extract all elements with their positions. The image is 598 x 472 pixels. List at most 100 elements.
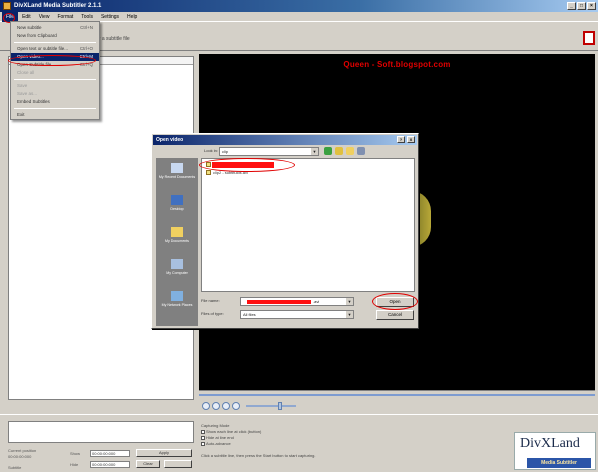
files-of-type-value: All files [243,312,256,317]
cancel-button[interactable]: Cancel [376,310,414,320]
current-position-label: Current position [8,448,37,453]
secondary-button[interactable] [164,460,192,468]
seek-bar[interactable] [199,390,595,400]
file-name-extension: .avi [313,299,320,304]
desktop-icon [171,195,183,205]
logo-main-text: DivXLand [520,436,580,451]
up-folder-icon[interactable] [335,147,343,155]
places-bar: My Recent Documents Desktop My Documents… [156,158,198,326]
menu-item-save-as: Save as... [17,91,38,96]
annotation-circle-open-button [372,293,418,310]
menu-format[interactable]: Format [53,12,77,22]
maximize-icon[interactable]: □ [577,2,586,10]
network-places-icon [171,291,183,301]
files-of-type-label: Files of type: [201,311,224,316]
option-3[interactable]: Auto-advance [201,441,231,446]
video-file-icon [206,170,211,176]
place-network-places[interactable]: My Network Places [156,288,198,318]
recent-documents-icon [171,163,183,173]
minimize-icon[interactable]: _ [567,2,576,10]
menu-item-new-subtitle[interactable]: New subtitle Ctrl+N [11,24,99,32]
place-my-documents[interactable]: My Documents [156,224,198,254]
menu-item-save: Save [17,83,28,88]
redaction-mark [247,300,311,304]
chevron-down-icon: ▼ [346,311,353,318]
dialog-help-icon[interactable]: ? [397,136,405,143]
menu-view[interactable]: View [35,12,54,22]
capture-hint: Click a subtitle line, then press the St… [201,453,316,458]
menu-help[interactable]: Help [123,12,141,22]
rewind-icon[interactable] [232,402,240,410]
clear-button[interactable]: Clear [136,460,160,468]
my-computer-icon [171,259,183,269]
option-1[interactable]: Show each line at click (button) [201,429,261,434]
files-of-type-dropdown[interactable]: All files ▼ [240,310,354,319]
dialog-close-icon[interactable]: X [407,136,415,143]
new-folder-icon[interactable] [346,147,354,155]
close-icon[interactable]: × [587,2,596,10]
menu-item-embed-subtitles[interactable]: Embed Subtitles [11,98,99,106]
window-title: DivXLand Media Subtitler 2.1.1 [14,3,102,9]
radio-icon [201,435,205,440]
window-title-bar: DivXLand Media Subtitler 2.1.1 _ □ × [0,0,598,12]
menu-settings[interactable]: Settings [97,12,123,22]
stop-icon[interactable] [222,402,230,410]
annotation-circle-file [199,158,295,172]
file-menu-dropdown: New subtitle Ctrl+N New from Clipboard Op… [10,21,100,120]
playback-controls [199,400,595,412]
subtitle-label: Subtitle [8,465,22,470]
place-desktop[interactable]: Desktop [156,192,198,222]
hide-label: Hide [70,462,79,467]
look-in-label: Look in: [204,148,219,153]
menu-separator [14,42,96,43]
dialog-nav-icons [324,147,365,155]
toolbar-hint: or a subtitle file [96,36,130,42]
watermark-text: Queen - Soft.blogspot.com [343,60,451,69]
look-in-dropdown[interactable]: clip ▼ [219,147,319,156]
current-position-value: 00:00:00:000 [8,454,32,459]
place-recent-documents[interactable]: My Recent Documents [156,160,198,190]
volume-slider-knob[interactable] [278,402,282,410]
menu-item-exit[interactable]: Exit [11,111,99,119]
app-icon [3,2,11,10]
file-list[interactable]: Video 1.avi clip2 - subtitulos.avi [199,158,415,292]
look-in-value: clip [222,149,229,154]
file-name-label: File name: [201,298,220,303]
volume-slider[interactable] [246,402,296,410]
radio-icon [201,429,205,434]
menu-tools[interactable]: Tools [77,12,97,22]
logo-sub-text: Media Subtitler [527,458,591,468]
view-menu-icon[interactable] [357,147,365,155]
menu-item-new-from-clipboard[interactable]: New from Clipboard [11,32,99,40]
toolbar-record-icon[interactable] [583,31,595,45]
menu-item-close-all: Close all [17,70,35,75]
back-icon[interactable] [324,147,332,155]
my-documents-icon [171,227,183,237]
chevron-down-icon: ▼ [346,298,353,305]
divxland-logo: DivXLand Media Subtitler [514,432,596,470]
menu-separator [14,108,96,109]
subtitle-text-editor[interactable] [8,421,194,443]
options-header: Capturing Mode [201,423,230,428]
seek-track [199,394,595,396]
file-name-input[interactable]: .avi ▼ [240,297,354,306]
show-time-field[interactable]: 00:00:00:000 [90,450,130,457]
window-controls: _ □ × [567,2,596,10]
chevron-down-icon: ▼ [311,148,318,155]
apply-button[interactable]: Apply [136,449,192,457]
place-my-computer[interactable]: My Computer [156,256,198,286]
show-label: Show [70,451,81,456]
dialog-title-bar: Open video ? X [153,135,417,145]
menu-item-open-text-file[interactable]: Open text or subtitle file... Ctrl+O [11,45,99,53]
menu-separator [14,79,96,80]
open-video-dialog: Open video ? X Look in: clip ▼ My Recent… [151,133,419,329]
dialog-title: Open video [156,137,184,143]
hide-time-field[interactable]: 00:00:00:000 [90,461,130,468]
play-icon[interactable] [202,402,210,410]
option-2[interactable]: Hide at line end [201,435,234,440]
menu-edit[interactable]: Edit [18,12,35,22]
bottom-panel: Current position 00:00:00:000 Show 00:00… [0,414,598,472]
annotation-circle-open-video [8,55,96,66]
pause-icon[interactable] [212,402,220,410]
radio-icon [201,441,205,446]
